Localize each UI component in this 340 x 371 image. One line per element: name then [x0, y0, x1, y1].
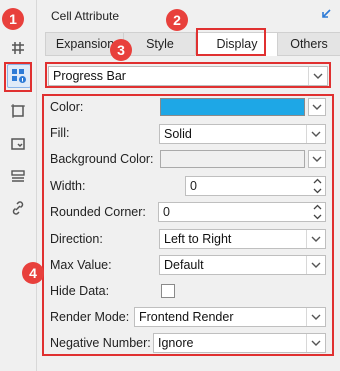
annotation-badge-1: 1 [2, 8, 24, 30]
table-grid-icon[interactable] [7, 37, 29, 59]
highlight-box-sidebar [4, 62, 32, 92]
link-icon[interactable] [7, 197, 29, 219]
highlight-box-properties [42, 94, 334, 356]
tab-others[interactable]: Others [277, 32, 340, 56]
annotation-badge-2: 2 [166, 9, 188, 31]
collapse-arrow-icon[interactable] [320, 8, 332, 23]
panel-title: Cell Attribute [51, 9, 120, 23]
square-frame-icon[interactable] [7, 100, 29, 122]
tab-bar: Expansion Style Display Others [45, 32, 340, 56]
highlight-box-display-type [45, 62, 331, 88]
dropdown-widget-icon[interactable] [7, 133, 29, 155]
highlight-box-display-tab [196, 28, 266, 56]
left-toolbar [0, 0, 37, 371]
annotation-badge-4: 4 [22, 262, 44, 284]
list-widget-icon[interactable] [7, 165, 29, 187]
tab-style[interactable]: Style [123, 32, 197, 56]
annotation-badge-3: 3 [110, 39, 132, 61]
